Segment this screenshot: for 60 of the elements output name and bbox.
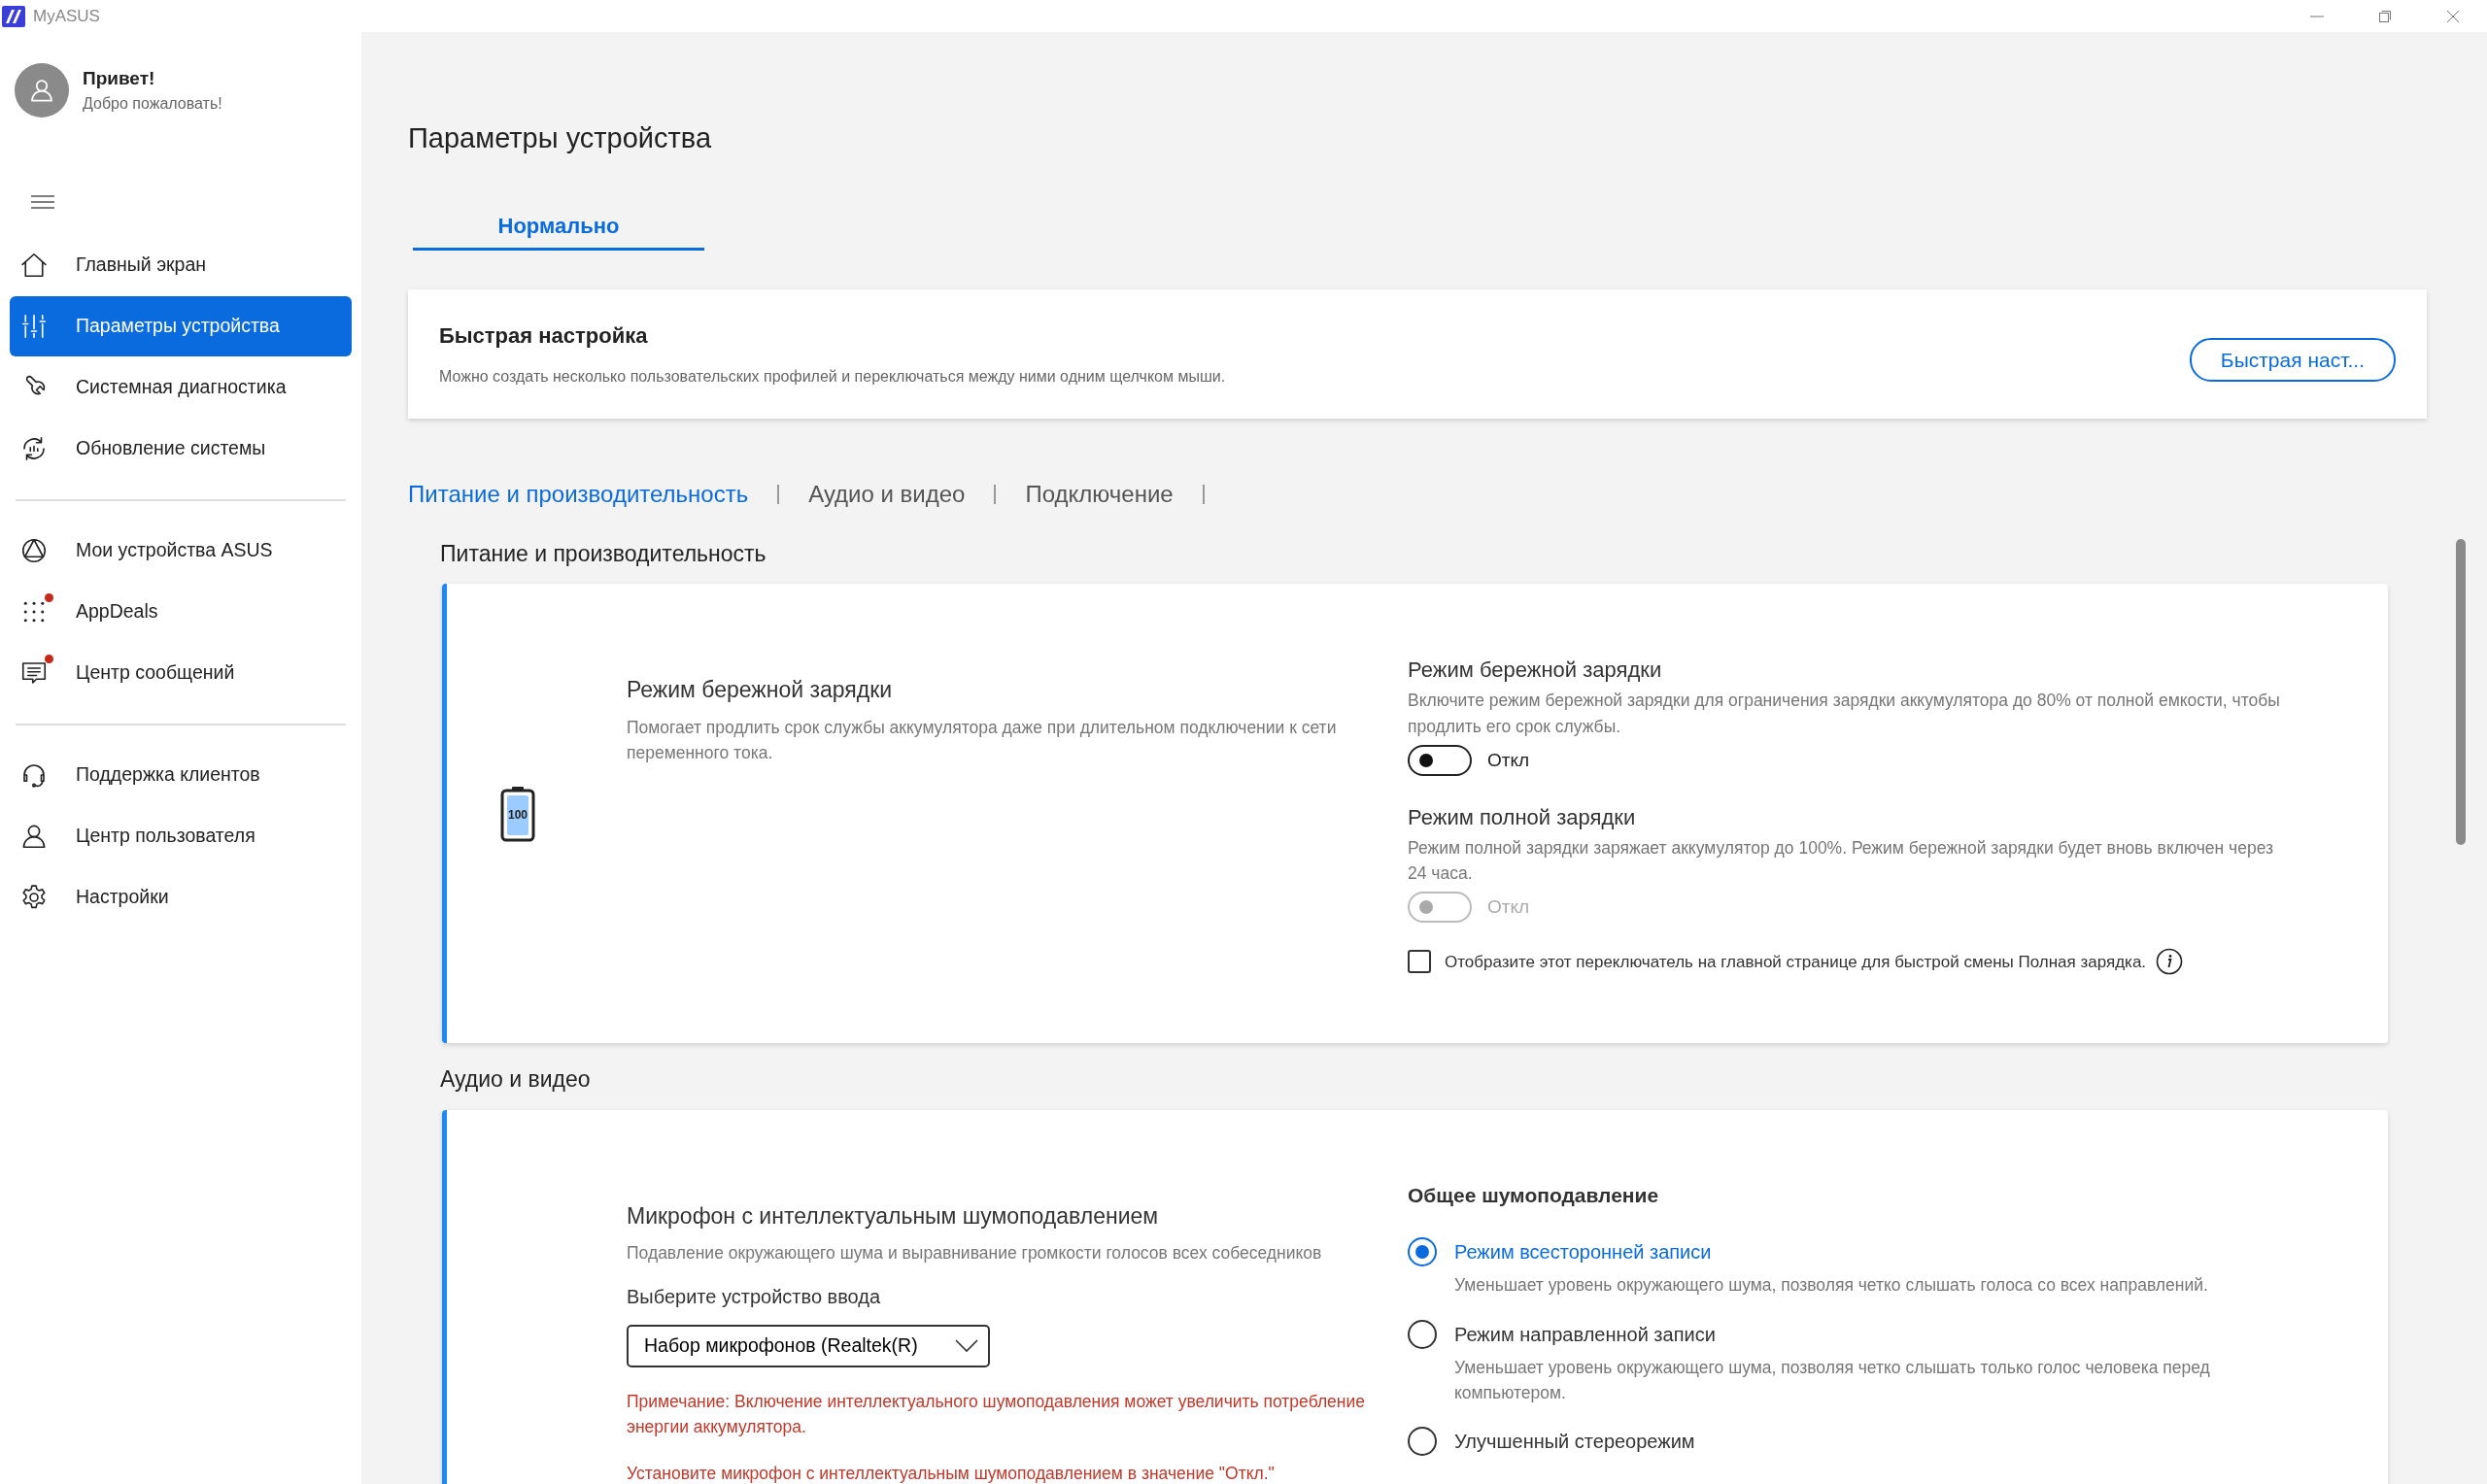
radio-button[interactable]: [1408, 1319, 1437, 1349]
card-description: Можно создать несколько пользовательских профилей и переключаться между ними одним щелчком мыши.: [439, 366, 1227, 387]
section-tab[interactable]: Питание и производительность: [408, 476, 749, 512]
sliders-icon: [19, 312, 49, 341]
feature-description: Подавление окружающего шума и выравнивание громкости голосов всех собеседников: [627, 1242, 1323, 1265]
toggle-switch[interactable]: [1408, 744, 1472, 776]
triangle-circle-icon: [19, 536, 49, 565]
greeting-text: Привет!: [83, 66, 156, 90]
card-title: Быстрая настройка: [439, 321, 649, 350]
sidebar-item[interactable]: Поддержка клиентов: [10, 745, 352, 805]
feature-description: Помогает продлить срок службы аккумулятора даже при длительном подключении к сети переменного тока.: [627, 716, 1338, 765]
info-icon[interactable]: [2156, 948, 2184, 976]
close-icon: [2446, 10, 2460, 24]
feature-title: Микрофон с интеллектуальным шумоподавлением: [627, 1201, 1160, 1231]
setting-title: Режим полной зарядки: [1408, 803, 1637, 831]
feature-title: Режим бережной зарядки: [627, 676, 894, 705]
checkbox-label: Отобразите этот переключатель на главной странице для быстрой смены Полная зарядка.: [1445, 951, 2147, 973]
warning-note: Примечание: Включение интеллектуального шумоподавления может увеличить потребление энергии аккумулятора.: [627, 1390, 1365, 1438]
setting-description: Режим полной зарядки заряжает аккумулятор до 100%. Режим бережной зарядки будет вновь включен через 24 часа.: [1408, 836, 2274, 886]
section-heading: Аудио и видео: [440, 1065, 592, 1095]
menu-icon: [30, 193, 55, 210]
quick-setup-button[interactable]: Быстрая наст...: [2189, 337, 2396, 383]
chevron-down-icon: [955, 1338, 978, 1353]
welcome-text: Добро пожаловать!: [83, 94, 222, 115]
mode-tab[interactable]: Нормально: [413, 205, 704, 251]
options-title: Общее шумоподавление: [1408, 1182, 1660, 1208]
sidebar-item[interactable]: Настройки: [10, 867, 352, 928]
toggle-state-label: Откл: [1487, 748, 1530, 772]
sidebar-item[interactable]: Параметры устройства: [10, 296, 352, 356]
sidebar-item[interactable]: Системная диагностика: [10, 357, 352, 418]
restore-icon: [2378, 10, 2392, 24]
toggle-state-label: Откл: [1487, 895, 1530, 920]
radio-button[interactable]: [1408, 1237, 1437, 1267]
field-label: Выберите устройство ввода: [627, 1284, 882, 1309]
window-title: MyASUS: [33, 5, 100, 27]
setting-title: Режим бережной зарядки: [1408, 657, 1663, 685]
option-description: Уменьшает уровень окружающего шума, позволяя четко слышать только голос человека перед компьютером.: [1454, 1356, 2211, 1404]
sidebar-item[interactable]: Центр пользователя: [10, 806, 352, 866]
sidebar-item[interactable]: Центр сообщений: [10, 643, 352, 703]
avatar[interactable]: [15, 63, 69, 118]
checkbox[interactable]: [1408, 950, 1431, 974]
section-tab[interactable]: Аудио и видео: [808, 476, 966, 512]
sidebar-item[interactable]: Мои устройства ASUS: [10, 521, 352, 581]
setting-description: Включите режим бережной зарядки для ограничения зарядки аккумулятора до 80% от полной емкости, чтобы продлить его срок службы.: [1408, 690, 2281, 738]
input-device-dropdown[interactable]: Набор микрофонов (Realtek(R): [627, 1324, 990, 1367]
sidebar-item[interactable]: Обновление системы: [10, 419, 352, 479]
page-title: Параметры устройства: [408, 121, 713, 155]
minimize-icon: [2310, 16, 2324, 18]
radio-label: Режим направленной записи: [1454, 1322, 1716, 1347]
sidebar-item[interactable]: Главный экран: [10, 235, 352, 295]
home-icon: [19, 251, 49, 280]
section-heading: Питание и производительность: [440, 539, 767, 568]
radio-label: Режим всесторонней записи: [1454, 1240, 1712, 1265]
app-logo-icon: [2, 5, 25, 27]
option-description: Уменьшает уровень окружающего шума, позволяя четко слышать голоса со всех направлений.: [1454, 1274, 2209, 1298]
radio-label: Улучшенный стереорежим: [1454, 1430, 1695, 1455]
section-tab[interactable]: Подключение: [1025, 476, 1174, 512]
sidebar-item[interactable]: AppDeals: [10, 582, 352, 642]
radio-button[interactable]: [1408, 1427, 1437, 1457]
warning-note: Установите микрофон с интеллектуальным шумоподавлением в значение "Откл.": [627, 1463, 1276, 1484]
